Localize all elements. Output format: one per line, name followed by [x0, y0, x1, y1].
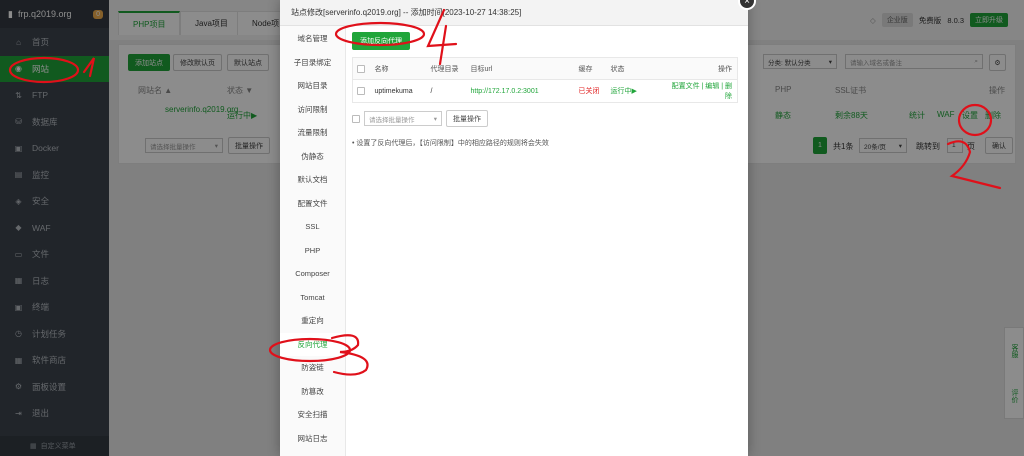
proxy-table-header: 名称 代理目录 目标url 缓存 状态 操作	[352, 57, 738, 80]
modal-nav-item-0[interactable]: 域名管理	[280, 27, 345, 51]
table-row: uptimekuma / http://172.17.0.2:3001 已关闭 …	[353, 80, 738, 103]
proxy-bulk-button[interactable]: 批量操作	[446, 110, 488, 127]
proxy-name: uptimekuma	[374, 87, 413, 95]
col-state: 状态	[606, 57, 667, 80]
proxy-dir: /	[430, 87, 433, 95]
modal-nav-item-8[interactable]: SSL	[280, 215, 345, 239]
modal-nav-item-5[interactable]: 伪静态	[280, 145, 345, 169]
site-edit-modal: 站点修改[serverinfo.q2019.org] -- 添加时间[2023-…	[280, 0, 756, 456]
modal-nav-item-13[interactable]: 反向代理	[280, 332, 345, 356]
modal-nav-item-12[interactable]: 重定向	[280, 309, 345, 333]
row-checkbox[interactable]	[357, 87, 365, 95]
col-proxy-dir: 代理目录	[426, 57, 467, 80]
modal-nav-item-16[interactable]: 安全扫描	[280, 403, 345, 427]
modal-nav-item-17[interactable]: 网站日志	[280, 427, 345, 451]
col-actions: 操作	[666, 57, 738, 80]
add-reverse-proxy-button[interactable]: 添加反向代理	[352, 32, 410, 50]
modal-nav-item-14[interactable]: 防盗链	[280, 356, 345, 380]
select-all-checkbox[interactable]	[357, 64, 365, 73]
proxy-bulk-select[interactable]: 请选择批量操作 ▾	[364, 111, 442, 126]
col-cache: 缓存	[574, 57, 607, 80]
modal-nav-item-11[interactable]: Tomcat	[280, 286, 345, 310]
proxy-table: 名称 代理目录 目标url 缓存 状态 操作 uptimekuma / http…	[352, 57, 738, 103]
modal-nav-item-7[interactable]: 配置文件	[280, 192, 345, 216]
reverse-proxy-panel: 添加反向代理 名称 代理目录 目标url 缓存 状态 操作 uptimekuma…	[352, 32, 742, 148]
modal-nav-item-3[interactable]: 访问限制	[280, 98, 345, 122]
bulk-checkbox[interactable]	[352, 114, 360, 123]
modal-nav-item-6[interactable]: 默认文档	[280, 168, 345, 192]
modal-nav: 域名管理 子目录绑定 网站目录 访问限制 流量限制 伪静态 默认文档 配置文件 SSL PHP Co…	[280, 26, 346, 456]
modal-nav-item-1[interactable]: 子目录绑定	[280, 51, 345, 75]
modal-nav-item-4[interactable]: 流量限制	[280, 121, 345, 145]
modal-nav-item-10[interactable]: Composer	[280, 262, 345, 286]
proxy-row-actions[interactable]: 配置文件 | 编辑 | 删除	[667, 80, 738, 103]
proxy-target-url[interactable]: http://172.17.0.2:3001	[467, 80, 575, 103]
col-name: 名称	[370, 57, 427, 80]
col-target-url: 目标url	[466, 57, 575, 80]
modal-nav-item-15[interactable]: 防篡改	[280, 380, 345, 404]
modal-title: 站点修改[serverinfo.q2019.org] -- 添加时间[2023-…	[280, 0, 748, 26]
proxy-cache-status[interactable]: 已关闭	[575, 80, 607, 103]
modal-nav-item-9[interactable]: PHP	[280, 239, 345, 263]
proxy-run-status[interactable]: 运行中▶	[607, 80, 667, 103]
modal-nav-item-2[interactable]: 网站目录	[280, 74, 345, 98]
proxy-note: • 设置了反向代理后，【访问限制】中的相应路径的规则将会失效	[352, 140, 549, 147]
